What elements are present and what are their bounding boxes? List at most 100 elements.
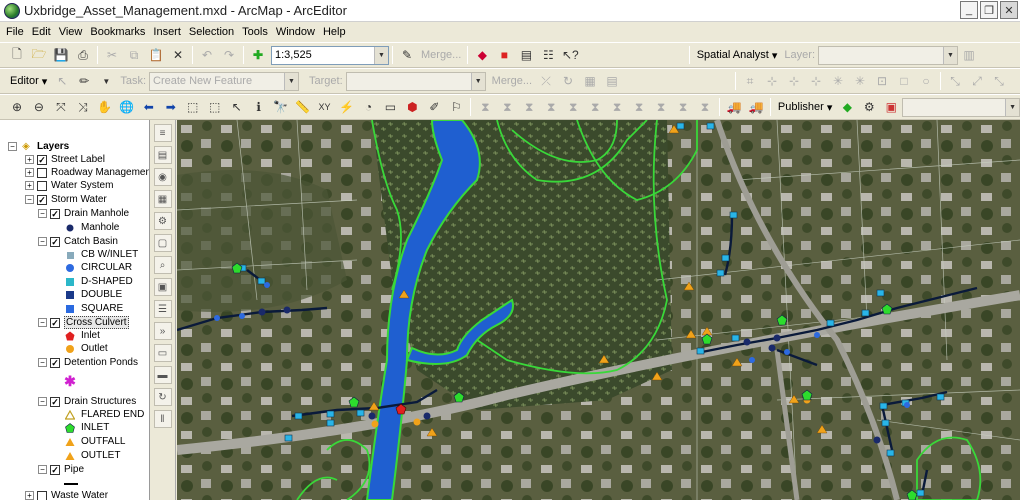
layer-checkbox[interactable]: ✓: [50, 357, 60, 368]
publisher-menu[interactable]: Publisher ▾: [774, 101, 836, 114]
topology-icon-10[interactable]: ⤡: [945, 71, 965, 91]
catalog-icon[interactable]: ☷: [538, 45, 558, 65]
toc-row-storm-water[interactable]: − ✓ Storm Water: [25, 193, 107, 206]
clear-selection-icon[interactable]: ⬚: [205, 97, 225, 117]
topology-icon-6[interactable]: ✳: [850, 71, 870, 91]
back-extent-icon[interactable]: ⬅: [139, 97, 159, 117]
toc-row-catch-basin[interactable]: − ✓ Catch Basin: [38, 235, 118, 248]
merge-label[interactable]: Merge...: [492, 75, 532, 87]
flag-icon[interactable]: ⚐: [446, 97, 466, 117]
zoom-out-icon[interactable]: ⊖: [29, 97, 49, 117]
options-icon[interactable]: ⚙: [153, 212, 172, 230]
collapse-icon[interactable]: −: [38, 209, 47, 218]
shield-icon[interactable]: ⬢: [402, 97, 422, 117]
rotate-tool-icon[interactable]: ↻: [558, 71, 578, 91]
network-icon-10[interactable]: ⧗: [673, 97, 693, 117]
truck-icon-1[interactable]: 🚚: [724, 97, 744, 117]
menu-selection[interactable]: Selection: [189, 26, 234, 38]
fixed-zoom-out-icon[interactable]: ⤨: [73, 97, 93, 117]
python-tab-icon[interactable]: »: [153, 322, 172, 340]
collapse-icon[interactable]: −: [38, 397, 47, 406]
network-icon-1[interactable]: ⧗: [475, 97, 495, 117]
network-icon-3[interactable]: ⧗: [519, 97, 539, 117]
layer-checkbox[interactable]: ✓: [50, 396, 60, 407]
measure-icon[interactable]: 📏: [293, 97, 313, 117]
html-popup-icon[interactable]: ▭: [380, 97, 400, 117]
topology-icon-11[interactable]: ⤢: [967, 71, 987, 91]
attributes-icon[interactable]: ▦: [580, 71, 600, 91]
menu-help[interactable]: Help: [323, 26, 346, 38]
toc-row-water-system[interactable]: + Water System: [25, 179, 113, 192]
select-elements-icon[interactable]: ↖: [227, 97, 247, 117]
layer-checkbox[interactable]: ✓: [50, 236, 60, 247]
layer-checkbox[interactable]: ✓: [50, 208, 60, 219]
toc-row-drain-structures[interactable]: − ✓ Drain Structures: [38, 395, 136, 408]
menu-edit[interactable]: Edit: [32, 26, 51, 38]
menu-insert[interactable]: Insert: [153, 26, 181, 38]
truck-icon-2[interactable]: 🚚: [746, 97, 766, 117]
topology-icon-4[interactable]: ⊹: [806, 71, 826, 91]
map-canvas[interactable]: [177, 120, 1020, 500]
save-icon[interactable]: 💾: [51, 45, 71, 65]
whats-this-icon[interactable]: ↖?: [560, 45, 580, 65]
topology-icon-1[interactable]: ⌗: [740, 71, 760, 91]
add-data-icon[interactable]: ✚: [248, 45, 268, 65]
hyperlink-icon[interactable]: ⚡: [337, 97, 357, 117]
list-by-source-icon[interactable]: ▤: [153, 146, 172, 164]
refresh-icon[interactable]: ↻: [153, 388, 172, 406]
pan-icon[interactable]: ✋: [95, 97, 115, 117]
open-map-icon[interactable]: ▣: [881, 97, 901, 117]
toc-row-drain-manhole[interactable]: − ✓ Drain Manhole: [38, 207, 129, 220]
publish-icon[interactable]: ◆: [837, 97, 857, 117]
toc-row-roadway[interactable]: + Roadway Management: [25, 166, 149, 179]
publisher-combo[interactable]: ▼: [902, 97, 1020, 117]
layer-combo[interactable]: ▼: [818, 45, 958, 65]
copy-icon[interactable]: ⧉: [124, 45, 144, 65]
list-by-drawing-order-icon[interactable]: ≡: [153, 124, 172, 142]
map-svg[interactable]: [177, 120, 1020, 500]
time-slider-icon[interactable]: ◔: [358, 97, 378, 117]
editor-menu[interactable]: Editor ▾: [6, 75, 51, 88]
expand-icon[interactable]: +: [25, 491, 34, 500]
layer-checkbox[interactable]: ✓: [50, 464, 60, 475]
collapse-icon[interactable]: −: [8, 142, 17, 151]
sketch-properties-icon[interactable]: ▤: [602, 71, 622, 91]
layout-view-icon[interactable]: ▭: [153, 344, 172, 362]
topology-icon-8[interactable]: □: [894, 71, 914, 91]
select-features-icon[interactable]: ⬚: [183, 97, 203, 117]
layer-checkbox[interactable]: [37, 167, 47, 178]
route-icon[interactable]: ✐: [424, 97, 444, 117]
layer-checkbox[interactable]: [37, 490, 47, 500]
paste-icon[interactable]: 📋: [146, 45, 166, 65]
new-document-icon[interactable]: 🗋: [7, 45, 27, 65]
layer-checkbox[interactable]: ✓: [37, 154, 47, 165]
spatial-analyst-menu[interactable]: Spatial Analyst ▾: [693, 49, 782, 62]
layer-checkbox[interactable]: ✓: [50, 317, 60, 328]
layer-checkbox[interactable]: [37, 180, 47, 191]
restore-button[interactable]: ❐: [980, 1, 998, 19]
close-button[interactable]: ✕: [1000, 1, 1018, 19]
topology-icon-5[interactable]: ✳: [828, 71, 848, 91]
collapse-icon[interactable]: −: [38, 358, 47, 367]
arctoolbox-icon[interactable]: ◆: [472, 45, 492, 65]
network-icon-4[interactable]: ⧗: [541, 97, 561, 117]
topology-icon-2[interactable]: ⊹: [762, 71, 782, 91]
fixed-zoom-in-icon[interactable]: ⤧: [51, 97, 71, 117]
collapse-icon[interactable]: −: [38, 465, 47, 474]
map-scale-combo[interactable]: 1:3,525 ▼: [271, 45, 389, 65]
pause-drawing-icon[interactable]: ‖: [153, 410, 172, 428]
toc-row-pipe[interactable]: − ✓ Pipe: [38, 463, 84, 476]
list-by-selection-icon[interactable]: ▦: [153, 190, 172, 208]
identify-icon[interactable]: ℹ: [249, 97, 269, 117]
command-line-icon[interactable]: ▤: [516, 45, 536, 65]
topology-icon-3[interactable]: ⊹: [784, 71, 804, 91]
cut-icon[interactable]: ✂: [102, 45, 122, 65]
toolbox-tab-icon[interactable]: ▣: [153, 278, 172, 296]
expand-icon[interactable]: +: [25, 155, 34, 164]
expand-icon[interactable]: +: [25, 181, 34, 190]
undo-icon[interactable]: ↶: [197, 45, 217, 65]
delete-icon[interactable]: ✕: [168, 45, 188, 65]
toc-row-waste-water[interactable]: + Waste Water: [25, 489, 108, 500]
go-to-xy-icon[interactable]: XY: [315, 97, 335, 117]
editor-toolbar-icon[interactable]: ✎: [397, 45, 417, 65]
